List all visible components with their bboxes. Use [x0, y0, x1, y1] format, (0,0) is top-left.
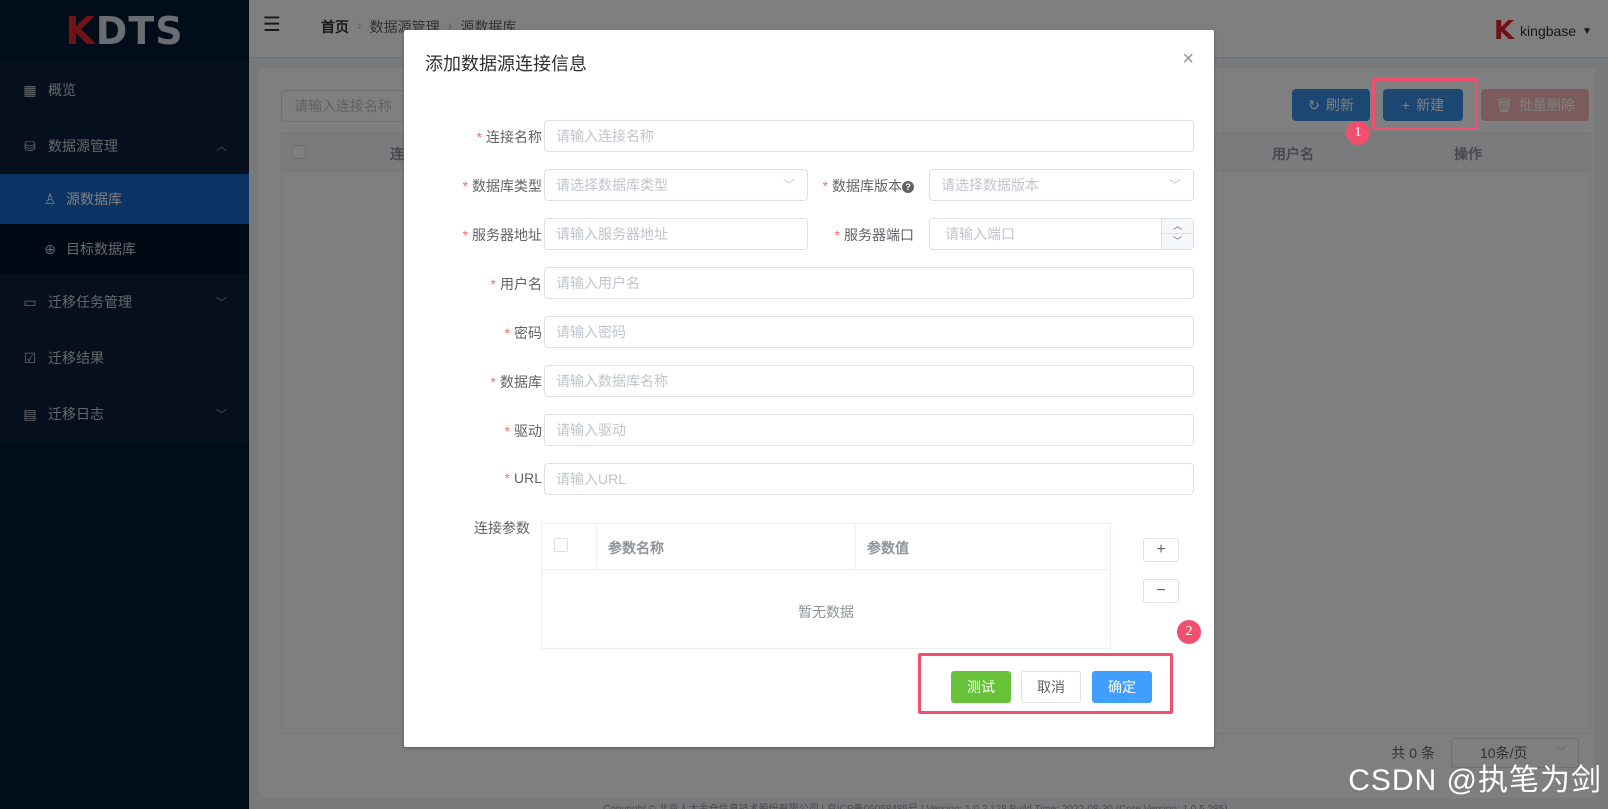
driver-input[interactable]: 请输入驱动: [544, 414, 1194, 446]
database-input[interactable]: 请输入数据库名称: [544, 365, 1194, 397]
close-icon[interactable]: ×: [1182, 48, 1194, 71]
database-label: * 数据库: [490, 374, 542, 390]
chevron-down-icon: ﹀: [1168, 178, 1181, 192]
add-param-button[interactable]: +: [1143, 538, 1179, 562]
annotation-badge-1: 1: [1346, 121, 1370, 145]
watermark: CSDN @执笔为剑: [1348, 764, 1602, 797]
help-icon[interactable]: ?: [902, 181, 914, 194]
db-version-label: * 数据库版本?: [804, 176, 914, 196]
params-table: 参数名称 参数值 暂无数据: [541, 523, 1111, 649]
driver-label: * 驱动: [504, 423, 542, 439]
add-datasource-dialog: 添加数据源连接信息 × * 连接名称 请输入连接名称 * 数据库类型 请选择数据库类…: [404, 30, 1214, 747]
port-stepper: ︿ ﹀: [1161, 219, 1193, 249]
db-type-label: * 数据库类型: [462, 178, 542, 194]
annotation-badge-2: 2: [1177, 620, 1201, 644]
chevron-up-icon[interactable]: ︿: [1162, 219, 1193, 234]
db-version-select[interactable]: 请选择数据版本 ﹀: [929, 169, 1194, 201]
db-type-placeholder: 请选择数据库类型: [556, 177, 668, 193]
remove-param-button[interactable]: −: [1143, 579, 1179, 603]
server-addr-label: * 服务器地址: [462, 227, 542, 243]
column-divider: [855, 524, 856, 570]
dialog-title: 添加数据源连接信息: [425, 54, 587, 74]
server-port-input[interactable]: 请输入端口 ︿ ﹀: [929, 218, 1194, 250]
password-input[interactable]: 请输入密码: [544, 316, 1194, 348]
column-header: 参数值: [867, 540, 909, 556]
column-divider: [596, 524, 597, 570]
username-input[interactable]: 请输入用户名: [544, 267, 1194, 299]
chevron-down-icon[interactable]: ﹀: [1162, 234, 1193, 249]
params-table-header: 参数名称 参数值: [542, 524, 1110, 570]
username-label: * 用户名: [490, 276, 542, 292]
params-label: 连接参数: [474, 520, 530, 536]
password-label: * 密码: [504, 325, 542, 341]
db-version-placeholder: 请选择数据版本: [941, 177, 1039, 193]
conn-name-label: * 连接名称: [476, 129, 542, 145]
server-port-placeholder: 请输入端口: [945, 226, 1015, 242]
url-label: * URL: [504, 470, 542, 486]
params-empty-text: 暂无数据: [798, 604, 854, 620]
server-addr-input[interactable]: 请输入服务器地址: [544, 218, 808, 250]
params-select-all-checkbox[interactable]: [554, 538, 568, 552]
highlight-box-new: [1372, 78, 1478, 130]
highlight-box-actions: [918, 653, 1173, 714]
url-input[interactable]: 请输入URL: [544, 463, 1194, 495]
server-port-label: * 服务器端口: [834, 227, 914, 243]
db-type-select[interactable]: 请选择数据库类型 ﹀: [544, 169, 808, 201]
column-header: 参数名称: [608, 540, 664, 556]
conn-name-input[interactable]: 请输入连接名称: [544, 120, 1194, 152]
chevron-down-icon: ﹀: [782, 178, 795, 192]
